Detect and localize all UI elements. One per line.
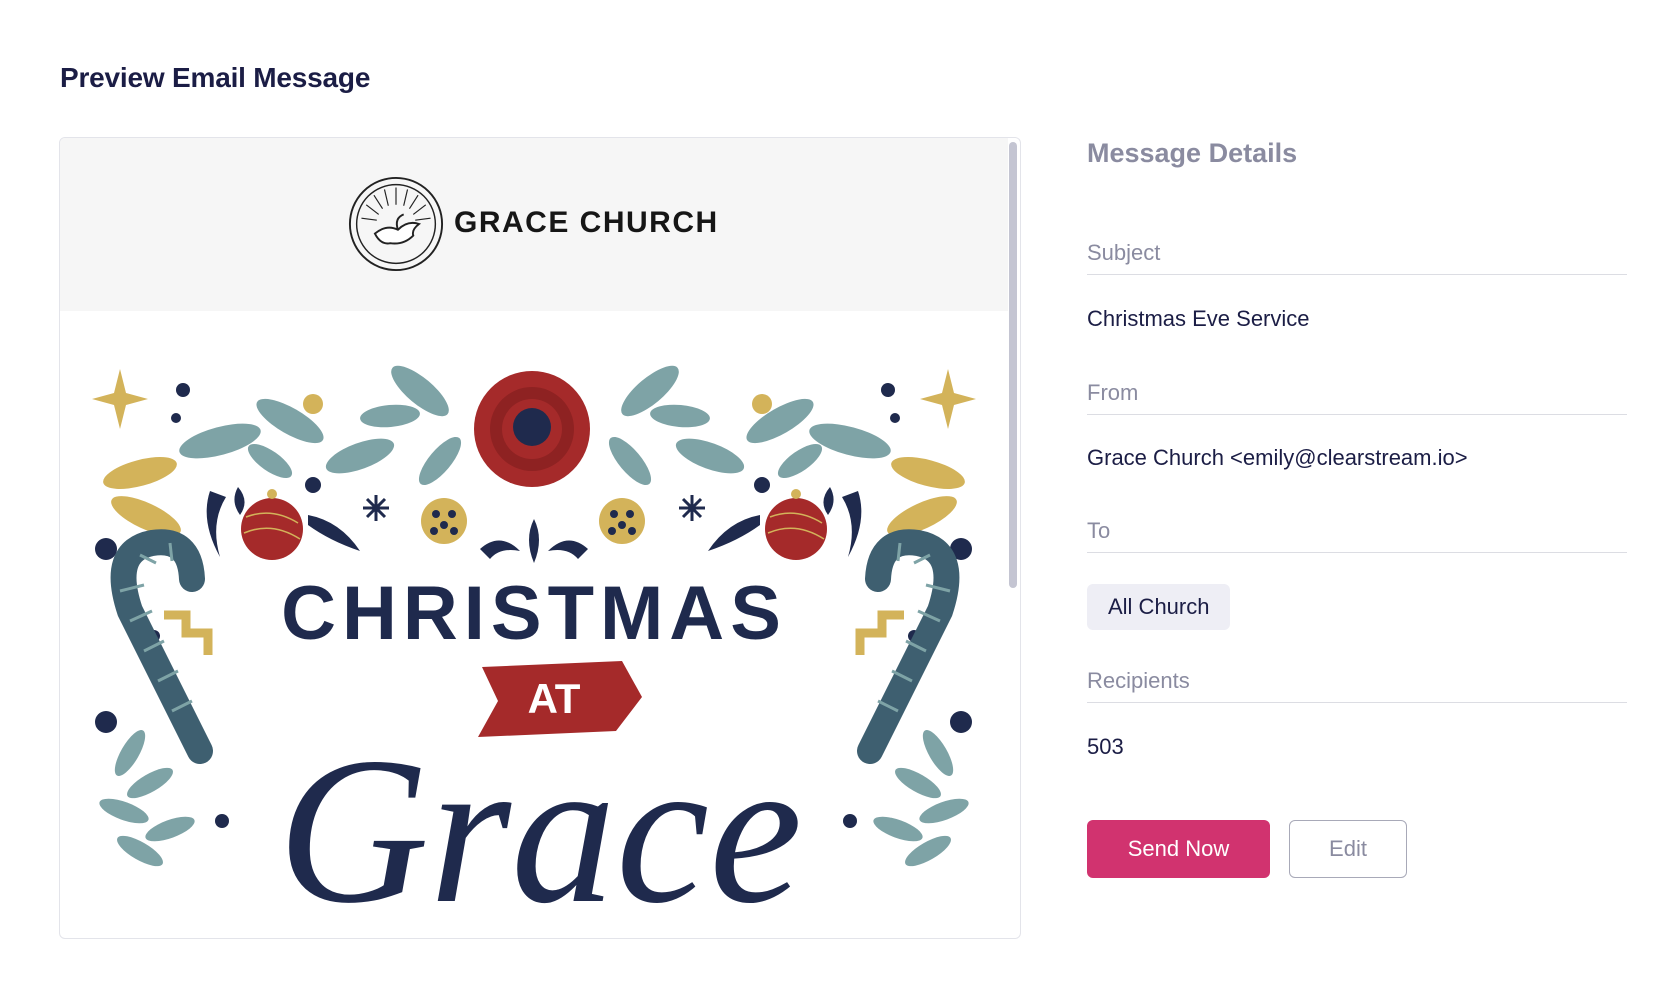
from-value: Grace Church <emily@clearstream.io>: [1087, 445, 1468, 470]
subject-label: Subject: [1087, 240, 1627, 275]
page-title: Preview Email Message: [60, 62, 371, 93]
recipients-count: 503: [1087, 734, 1124, 759]
to-label: To: [1087, 518, 1627, 553]
hero-heading: CHRISTMAS: [281, 571, 787, 656]
scrollbar-thumb[interactable]: [1009, 142, 1017, 588]
email-preview-frame[interactable]: GRACE CHURCH CHRISTMAS AT Grace: [59, 137, 1021, 939]
audience-tag: All Church: [1087, 584, 1231, 630]
from-label: From: [1087, 380, 1627, 415]
preview-scrollbar[interactable]: [1006, 138, 1020, 938]
email-header: GRACE CHURCH: [60, 138, 1008, 311]
subject-value: Christmas Eve Service: [1087, 306, 1310, 331]
recipients-label: Recipients: [1087, 668, 1627, 703]
message-details-title: Message Details: [1087, 138, 1298, 168]
send-now-button[interactable]: Send Now: [1087, 820, 1270, 878]
christmas-hero-illustration: CHRISTMAS AT Grace: [92, 365, 976, 939]
church-name: GRACE CHURCH: [454, 206, 719, 239]
church-logo-icon: [348, 176, 444, 272]
edit-button[interactable]: Edit: [1289, 820, 1407, 878]
hero-script-text: Grace: [278, 715, 803, 939]
